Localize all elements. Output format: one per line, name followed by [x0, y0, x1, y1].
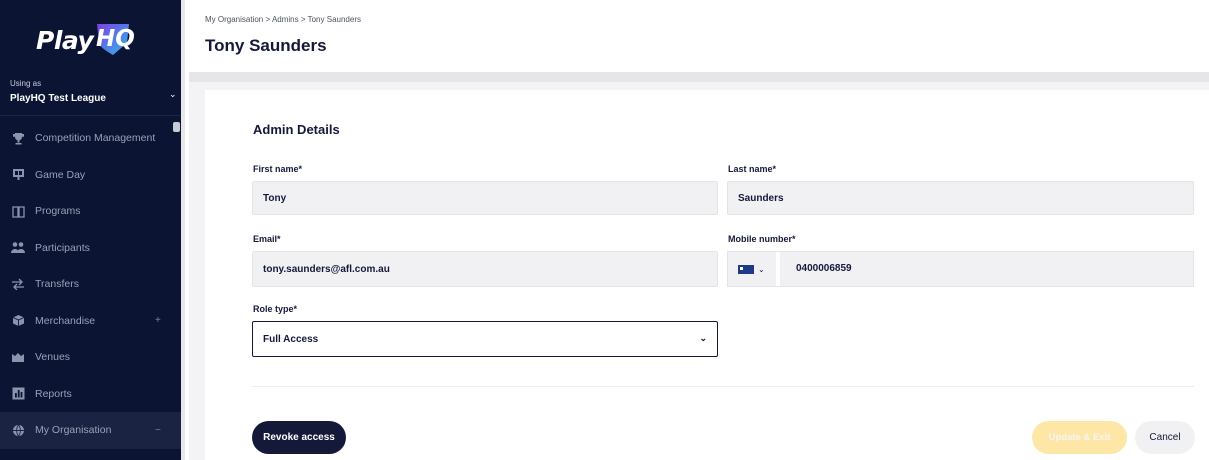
sidebar-item-label: Game Day — [35, 168, 86, 181]
sidebar-item-merchandise[interactable]: Merchandise + — [0, 303, 181, 340]
chevron-down-icon: ⌄ — [699, 333, 707, 343]
mobile-number-label: Mobile number* — [728, 234, 796, 244]
last-name-field[interactable]: Saunders — [727, 181, 1194, 215]
last-name-label: Last name* — [728, 164, 777, 174]
page-title: Tony Saunders — [205, 36, 327, 55]
breadcrumb-separator: > — [300, 15, 306, 24]
australia-flag-icon — [738, 264, 754, 274]
breadcrumb-item-admins[interactable]: Admins — [272, 15, 299, 24]
scoreboard-icon — [11, 168, 25, 182]
sidebar: Play HQ Using as PlayHQ Test League ⌄ Co… — [0, 0, 185, 460]
sidebar-item-transfers[interactable]: Transfers — [0, 266, 181, 303]
sidebar-item-venues[interactable]: Venues — [0, 339, 181, 376]
logo-play-text: Play — [36, 26, 94, 55]
role-type-value: Full Access — [263, 333, 319, 345]
box-icon — [11, 314, 25, 328]
section-title: Admin Details — [253, 122, 340, 137]
sidebar-nav: Competition Management Game Day Programs… — [0, 120, 181, 449]
first-name-field[interactable]: Tony — [252, 181, 718, 215]
transfer-icon — [11, 277, 25, 291]
cancel-button[interactable]: Cancel — [1135, 421, 1195, 454]
mobile-number-input-group: ⌄ 0400006859 — [727, 251, 1194, 287]
breadcrumb-item-current: Tony Saunders — [307, 15, 361, 24]
sidebar-item-label: Programs — [35, 205, 81, 218]
role-type-label: Role type* — [253, 304, 298, 314]
stadium-icon — [11, 350, 25, 364]
organisation-name: PlayHQ Test League — [10, 93, 106, 104]
email-label: Email* — [253, 234, 281, 244]
country-code-select[interactable]: ⌄ — [728, 252, 780, 286]
update-and-exit-button[interactable]: Update & Exit — [1032, 421, 1127, 454]
sidebar-item-label: Transfers — [35, 278, 79, 291]
form-divider — [252, 386, 1194, 387]
people-icon — [11, 241, 25, 255]
logo-hq-text: HQ — [96, 26, 135, 52]
sidebar-item-reports[interactable]: Reports — [0, 376, 181, 413]
breadcrumb-item-my-organisation[interactable]: My Organisation — [205, 15, 263, 24]
collapse-minus-icon[interactable]: − — [155, 425, 161, 436]
sidebar-item-label: Merchandise — [35, 314, 96, 327]
first-name-label: First name* — [253, 164, 303, 174]
trophy-icon — [11, 131, 25, 145]
chart-icon — [11, 387, 25, 401]
chevron-down-icon: ⌄ — [758, 264, 765, 274]
role-type-select[interactable]: Full Access ⌄ — [252, 321, 718, 357]
using-as-label: Using as — [10, 79, 42, 88]
chevron-down-icon: ⌄ — [169, 89, 177, 99]
organisation-switcher[interactable]: Using as PlayHQ Test League ⌄ — [0, 76, 181, 116]
sidebar-item-competition-management[interactable]: Competition Management — [0, 120, 181, 157]
globe-icon — [11, 423, 25, 437]
sidebar-item-label: Competition Management — [35, 132, 156, 145]
breadcrumb-separator: > — [265, 15, 271, 24]
sidebar-item-label: My Organisation — [35, 424, 112, 437]
sidebar-item-label: Reports — [35, 387, 72, 400]
sidebar-item-label: Venues — [35, 351, 71, 364]
email-field[interactable]: tony.saunders@afl.com.au — [252, 251, 718, 287]
sidebar-item-participants[interactable]: Participants — [0, 230, 181, 267]
breadcrumb: My Organisation > Admins > Tony Saunders — [205, 15, 361, 24]
mobile-number-field[interactable]: 0400006859 — [796, 263, 852, 274]
sidebar-item-game-day[interactable]: Game Day — [0, 157, 181, 194]
sidebar-item-my-organisation[interactable]: My Organisation − — [0, 412, 181, 449]
sidebar-item-label: Participants — [35, 241, 90, 254]
book-icon — [11, 204, 25, 218]
expand-plus-icon[interactable]: + — [155, 315, 161, 326]
sidebar-item-programs[interactable]: Programs — [0, 193, 181, 230]
revoke-access-button[interactable]: Revoke access — [252, 421, 346, 454]
header-divider-band — [189, 72, 1209, 82]
playhq-logo[interactable]: Play HQ — [36, 18, 146, 62]
